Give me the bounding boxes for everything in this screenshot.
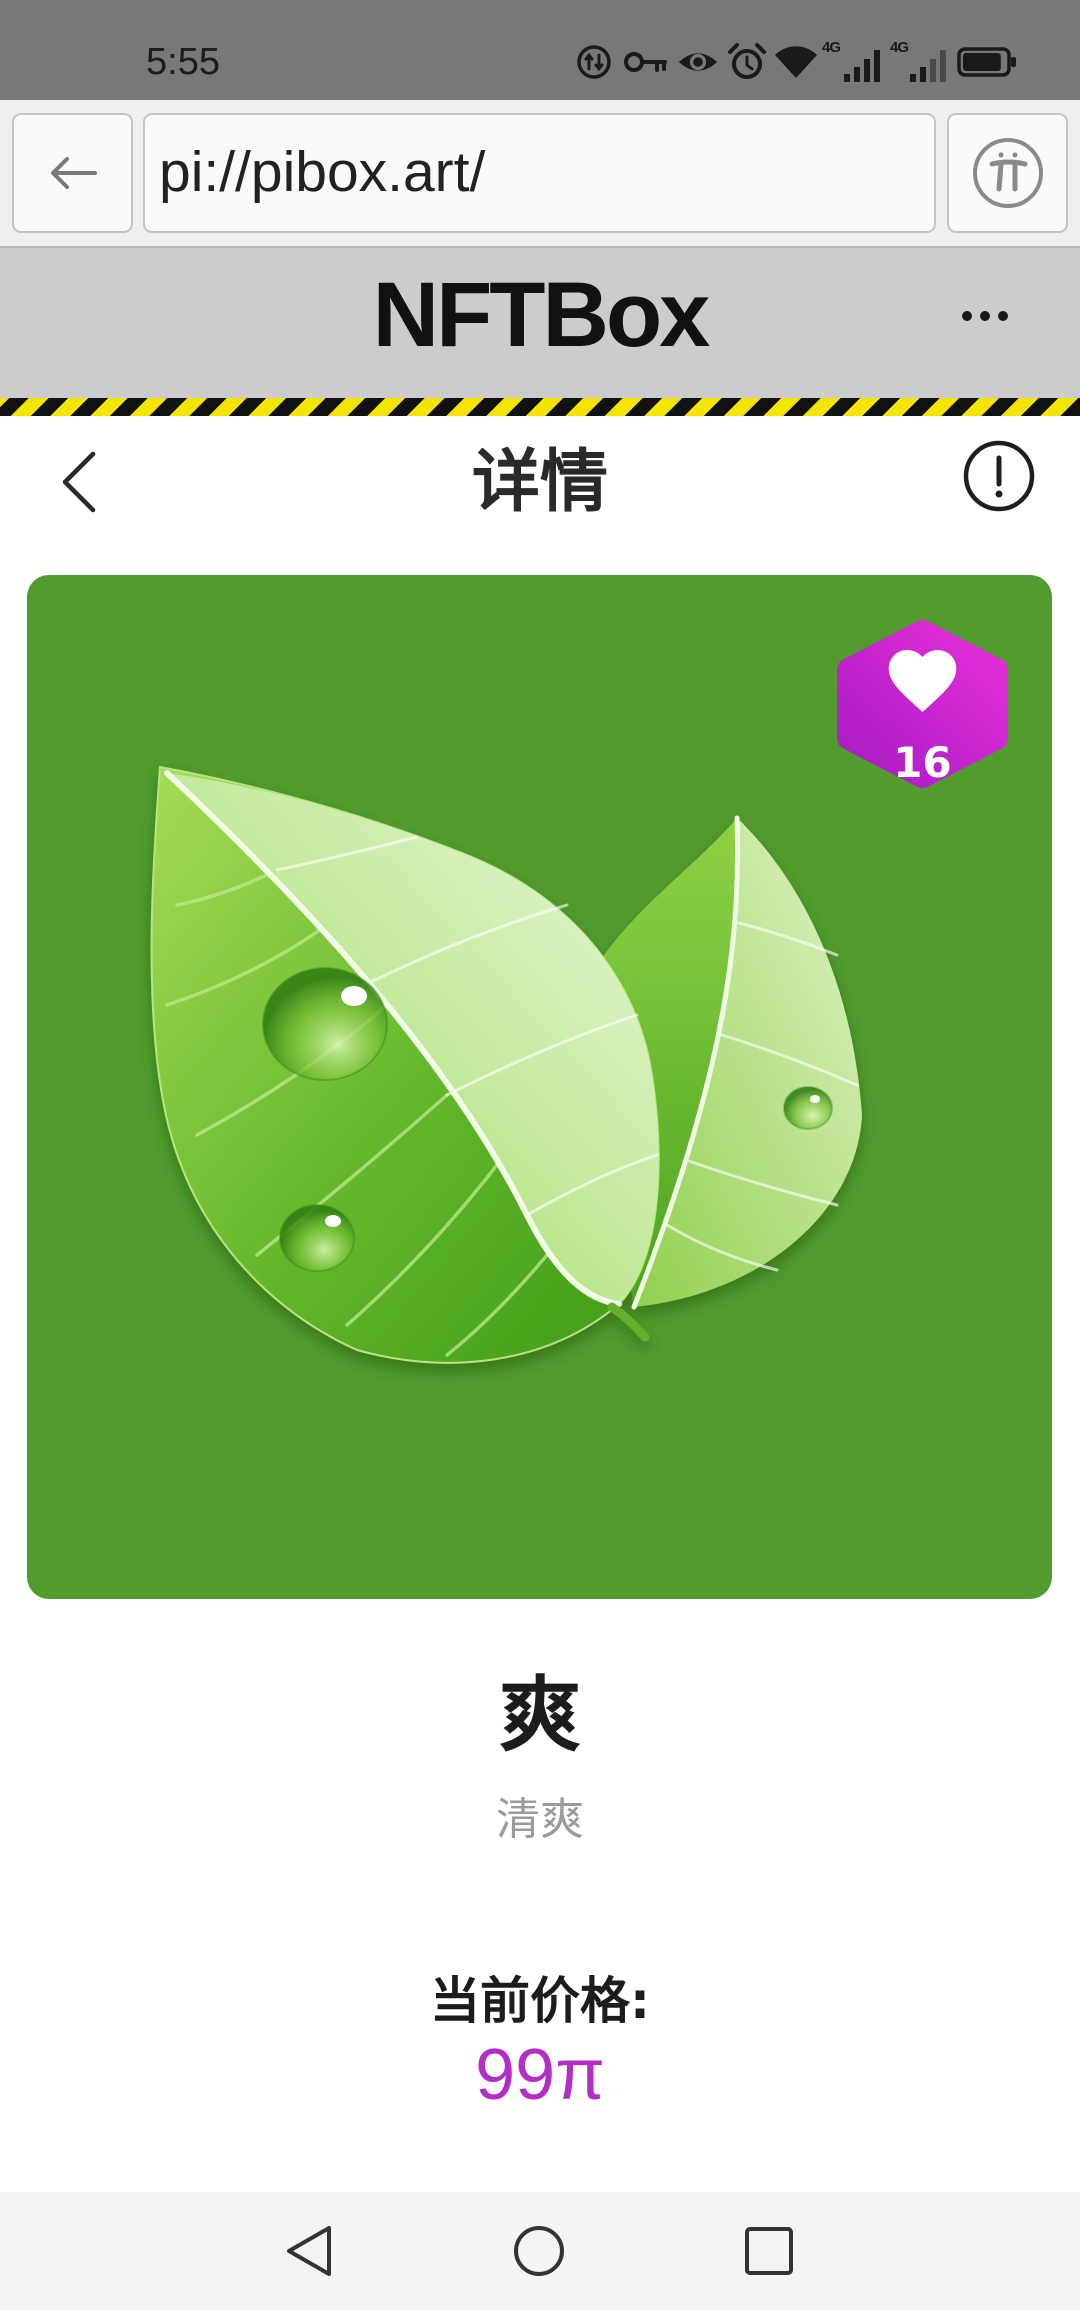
address-bar[interactable]: pi://pibox.art/ (143, 113, 936, 233)
signal-icon-2: 4G (890, 40, 948, 84)
nft-image-card[interactable]: 16 (27, 575, 1052, 1599)
vpn-key-icon (624, 52, 667, 72)
nft-description: 清爽 (496, 1794, 584, 1845)
alarm-icon (728, 43, 766, 79)
status-bar: 5:55 4G 4G (0, 0, 1080, 100)
nft-name: 爽 (498, 1668, 581, 1763)
chevron-left-icon (62, 451, 96, 513)
price-label: 当前价格: (430, 1972, 650, 2030)
wifi-icon (775, 46, 817, 78)
browser-toolbar: pi://pibox.art/ (0, 100, 1080, 248)
arrow-left-icon (50, 157, 97, 189)
app-title: NFTBox (372, 264, 711, 366)
signal-icon: 4G (822, 40, 882, 84)
hazard-stripe-divider (0, 398, 1080, 416)
more-menu-button[interactable] (950, 294, 1020, 338)
pi-wallet-button[interactable] (947, 113, 1068, 233)
report-button[interactable] (956, 433, 1042, 519)
like-count: 16 (893, 738, 952, 787)
battery-icon (957, 47, 1016, 77)
network-type-label-2: 4G (890, 39, 909, 56)
app-header: NFTBox (0, 248, 1080, 398)
nav-home-button[interactable] (504, 2216, 574, 2286)
heart-icon (888, 650, 957, 712)
system-navigation-bar (0, 2192, 1080, 2310)
recents-square-icon (745, 2227, 793, 2275)
url-text: pi://pibox.art/ (159, 140, 486, 204)
back-button[interactable] (40, 436, 120, 528)
more-horizontal-icon (962, 311, 1008, 321)
phone-screen: 5:55 4G 4G pi://pibox.art/ NFTBox 详情 16 … (0, 0, 1080, 2310)
back-triangle-icon (287, 2226, 331, 2276)
browser-back-button[interactable] (12, 113, 133, 233)
nav-back-button[interactable] (274, 2216, 344, 2286)
price-value: 99π (475, 2035, 605, 2115)
network-type-label: 4G (822, 39, 841, 56)
home-circle-icon (514, 2226, 564, 2276)
alert-circle-icon (963, 440, 1035, 512)
page-title: 详情 (471, 443, 608, 522)
status-time: 5:55 (146, 41, 220, 83)
nav-recents-button[interactable] (734, 2216, 804, 2286)
like-badge[interactable]: 16 (837, 620, 1008, 788)
eye-icon (678, 53, 718, 71)
pi-browser-icon (972, 138, 1043, 208)
data-saver-icon (577, 45, 611, 79)
